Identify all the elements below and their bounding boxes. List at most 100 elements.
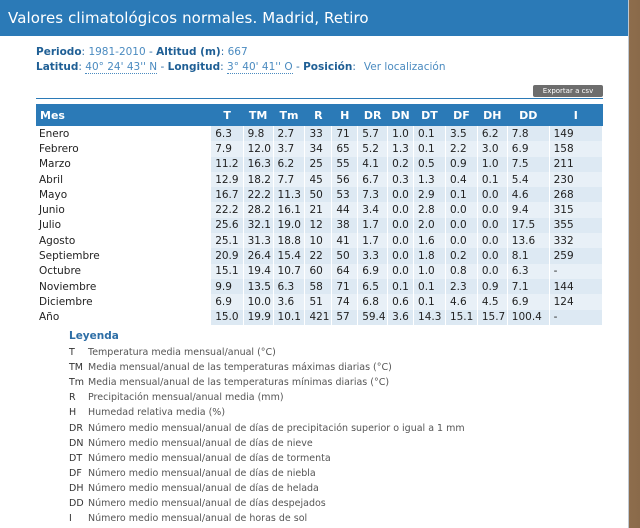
legend-item: DR Número medio mensual/anual de días de … (69, 420, 465, 435)
month-cell: Enero (39, 127, 70, 140)
value-cell: 13.6 (507, 233, 550, 249)
table-row: Año 15.0 19.9 10.1 421 57 59.4 3.6 14.3 15.1 15.7 1… (36, 309, 604, 325)
value-cell: 4.6 (445, 294, 478, 310)
longitud-label: Longitud (167, 61, 221, 73)
altitud-label: Altitud (m) (156, 46, 221, 58)
value-cell: 0.0 (445, 202, 478, 218)
column-header-i: I (549, 104, 603, 126)
value-cell: 22.2 (243, 187, 274, 203)
value-cell: 0.0 (477, 233, 508, 249)
column-header-h: H (331, 104, 358, 126)
value-cell: 44 (331, 202, 359, 218)
value-cell: 0.0 (387, 233, 415, 249)
table-row: Abril 12.9 18.2 7.7 45 56 6.7 0.3 1.3 0.4 0.1 5.4 23… (36, 171, 604, 188)
value-cell: 25.6 (211, 217, 244, 234)
value-cell: 25.1 (211, 233, 244, 249)
value-cell: 0.0 (477, 187, 508, 203)
value-cell: 5.2 (357, 141, 389, 157)
value-cell: 19.0 (273, 217, 306, 234)
value-cell: 25 (304, 156, 333, 172)
export-csv-button[interactable]: Exportar a csv (533, 85, 603, 97)
value-cell: 2.8 (413, 202, 446, 218)
value-cell: - (549, 263, 604, 279)
legend-code: R (69, 392, 76, 404)
month-cell: Julio (39, 219, 62, 232)
value-cell: 58 (304, 278, 333, 295)
value-cell: 3.4 (357, 202, 389, 218)
value-cell: 10.0 (243, 294, 274, 310)
value-cell: 15.1 (445, 309, 478, 325)
legend-item: DN Número medio mensual/anual de días de … (69, 436, 465, 451)
value-cell: 26.4 (243, 248, 274, 264)
value-cell: 1.0 (387, 126, 415, 142)
table-row: Enero 6.3 9.8 2.7 33 71 5.7 1.0 0.1 3.5 6.2 7.8 149 (36, 126, 604, 142)
month-cell: Marzo (39, 158, 71, 171)
legend-description: Temperatura media mensual/anual (°C) (88, 347, 276, 359)
legend-description: Precipitación mensual/anual media (mm) (88, 392, 284, 404)
value-cell: 3.6 (273, 294, 306, 310)
legend-description: Número medio mensual/anual de días de ni… (88, 467, 316, 479)
value-cell: 16.1 (273, 202, 306, 218)
dialog-title: Valores climatológicos normales. Madrid,… (8, 9, 369, 27)
value-cell: 15.4 (273, 248, 306, 264)
value-cell: 6.9 (507, 294, 550, 310)
value-cell: 2.3 (445, 278, 478, 295)
value-cell: 20.9 (211, 248, 244, 264)
value-cell: 0.1 (413, 278, 446, 295)
value-cell: 32.1 (243, 217, 274, 234)
legend-code: DR (69, 422, 83, 434)
value-cell: 18.8 (273, 233, 306, 249)
value-cell: 57 (331, 309, 359, 325)
value-cell: 22 (304, 248, 333, 264)
value-cell: 16.7 (211, 187, 244, 203)
value-cell: 56 (331, 171, 359, 188)
column-header-dn: DN (387, 104, 414, 126)
value-cell: 0.0 (387, 248, 415, 264)
ver-localizacion-link[interactable]: Ver localización (364, 61, 446, 73)
value-cell: 6.7 (357, 171, 389, 188)
value-cell: 0.0 (477, 202, 508, 218)
value-cell: 11.2 (211, 156, 244, 172)
value-cell: 6.9 (357, 263, 389, 279)
legend-title: Leyenda (69, 330, 119, 342)
value-cell: 14.3 (413, 309, 446, 325)
column-header-r: R (304, 104, 332, 126)
table-row: Noviembre 9.9 13.5 6.3 58 71 6.5 0.1 0.1 2.3 0.9 7.… (36, 278, 604, 295)
value-cell: 1.6 (413, 233, 446, 249)
value-cell: 0.0 (387, 187, 415, 203)
value-cell: 55 (331, 156, 359, 172)
value-cell: 16.3 (243, 156, 274, 172)
value-cell: 34 (304, 141, 333, 157)
table-row: Junio 22.2 28.2 16.1 21 44 3.4 0.0 2.8 0.0 0.0 9.4 3… (36, 202, 604, 218)
legend-description: Humedad relativa media (%) (88, 407, 226, 419)
table-row: Mayo 16.7 22.2 11.3 50 53 7.3 0.0 2.9 0.1 0.0 4.6 26… (36, 187, 604, 203)
climate-table: Mes T TM Tm R H DR DN DT DF DH DD I Enero 6.3 9.8 2.7 33… (36, 104, 604, 325)
legend-code: T (69, 347, 75, 359)
value-cell: 12.9 (211, 171, 244, 188)
value-cell: 0.9 (477, 278, 508, 295)
value-cell: 1.3 (413, 171, 446, 188)
month-cell: Agosto (39, 234, 76, 247)
legend-items: T Temperatura media mensual/anual (°C) TM M… (69, 345, 465, 526)
value-cell: 421 (304, 309, 333, 325)
value-cell: 5.4 (507, 171, 550, 188)
value-cell: 7.3 (357, 187, 389, 203)
value-cell: 2.9 (413, 187, 446, 203)
legend-code: DD (69, 497, 84, 509)
month-cell: Año (39, 311, 60, 324)
value-cell: 71 (331, 126, 359, 142)
value-cell: 0.1 (387, 278, 415, 295)
station-info-line2: Latitud: 40° 24' 43'' N - Longitud: 3° 4… (36, 61, 446, 74)
value-cell: 0.6 (387, 294, 415, 310)
legend-item: T Temperatura media mensual/anual (°C) (69, 345, 465, 360)
value-cell: 0.1 (413, 294, 446, 310)
table-row: Diciembre 6.9 10.0 3.6 51 74 6.8 0.6 0.1 4.6 4.5 6.… (36, 294, 604, 310)
legend-description: Número medio mensual/anual de días de to… (88, 452, 331, 464)
value-cell: 3.0 (477, 141, 508, 157)
month-cell: Septiembre (39, 250, 100, 263)
value-cell: 4.5 (477, 294, 508, 310)
month-cell: Diciembre (39, 295, 93, 308)
legend-description: Media mensual/anual de las temperaturas … (88, 362, 392, 374)
value-cell: 17.5 (507, 217, 550, 234)
legend-item: H Humedad relativa media (%) (69, 405, 465, 420)
